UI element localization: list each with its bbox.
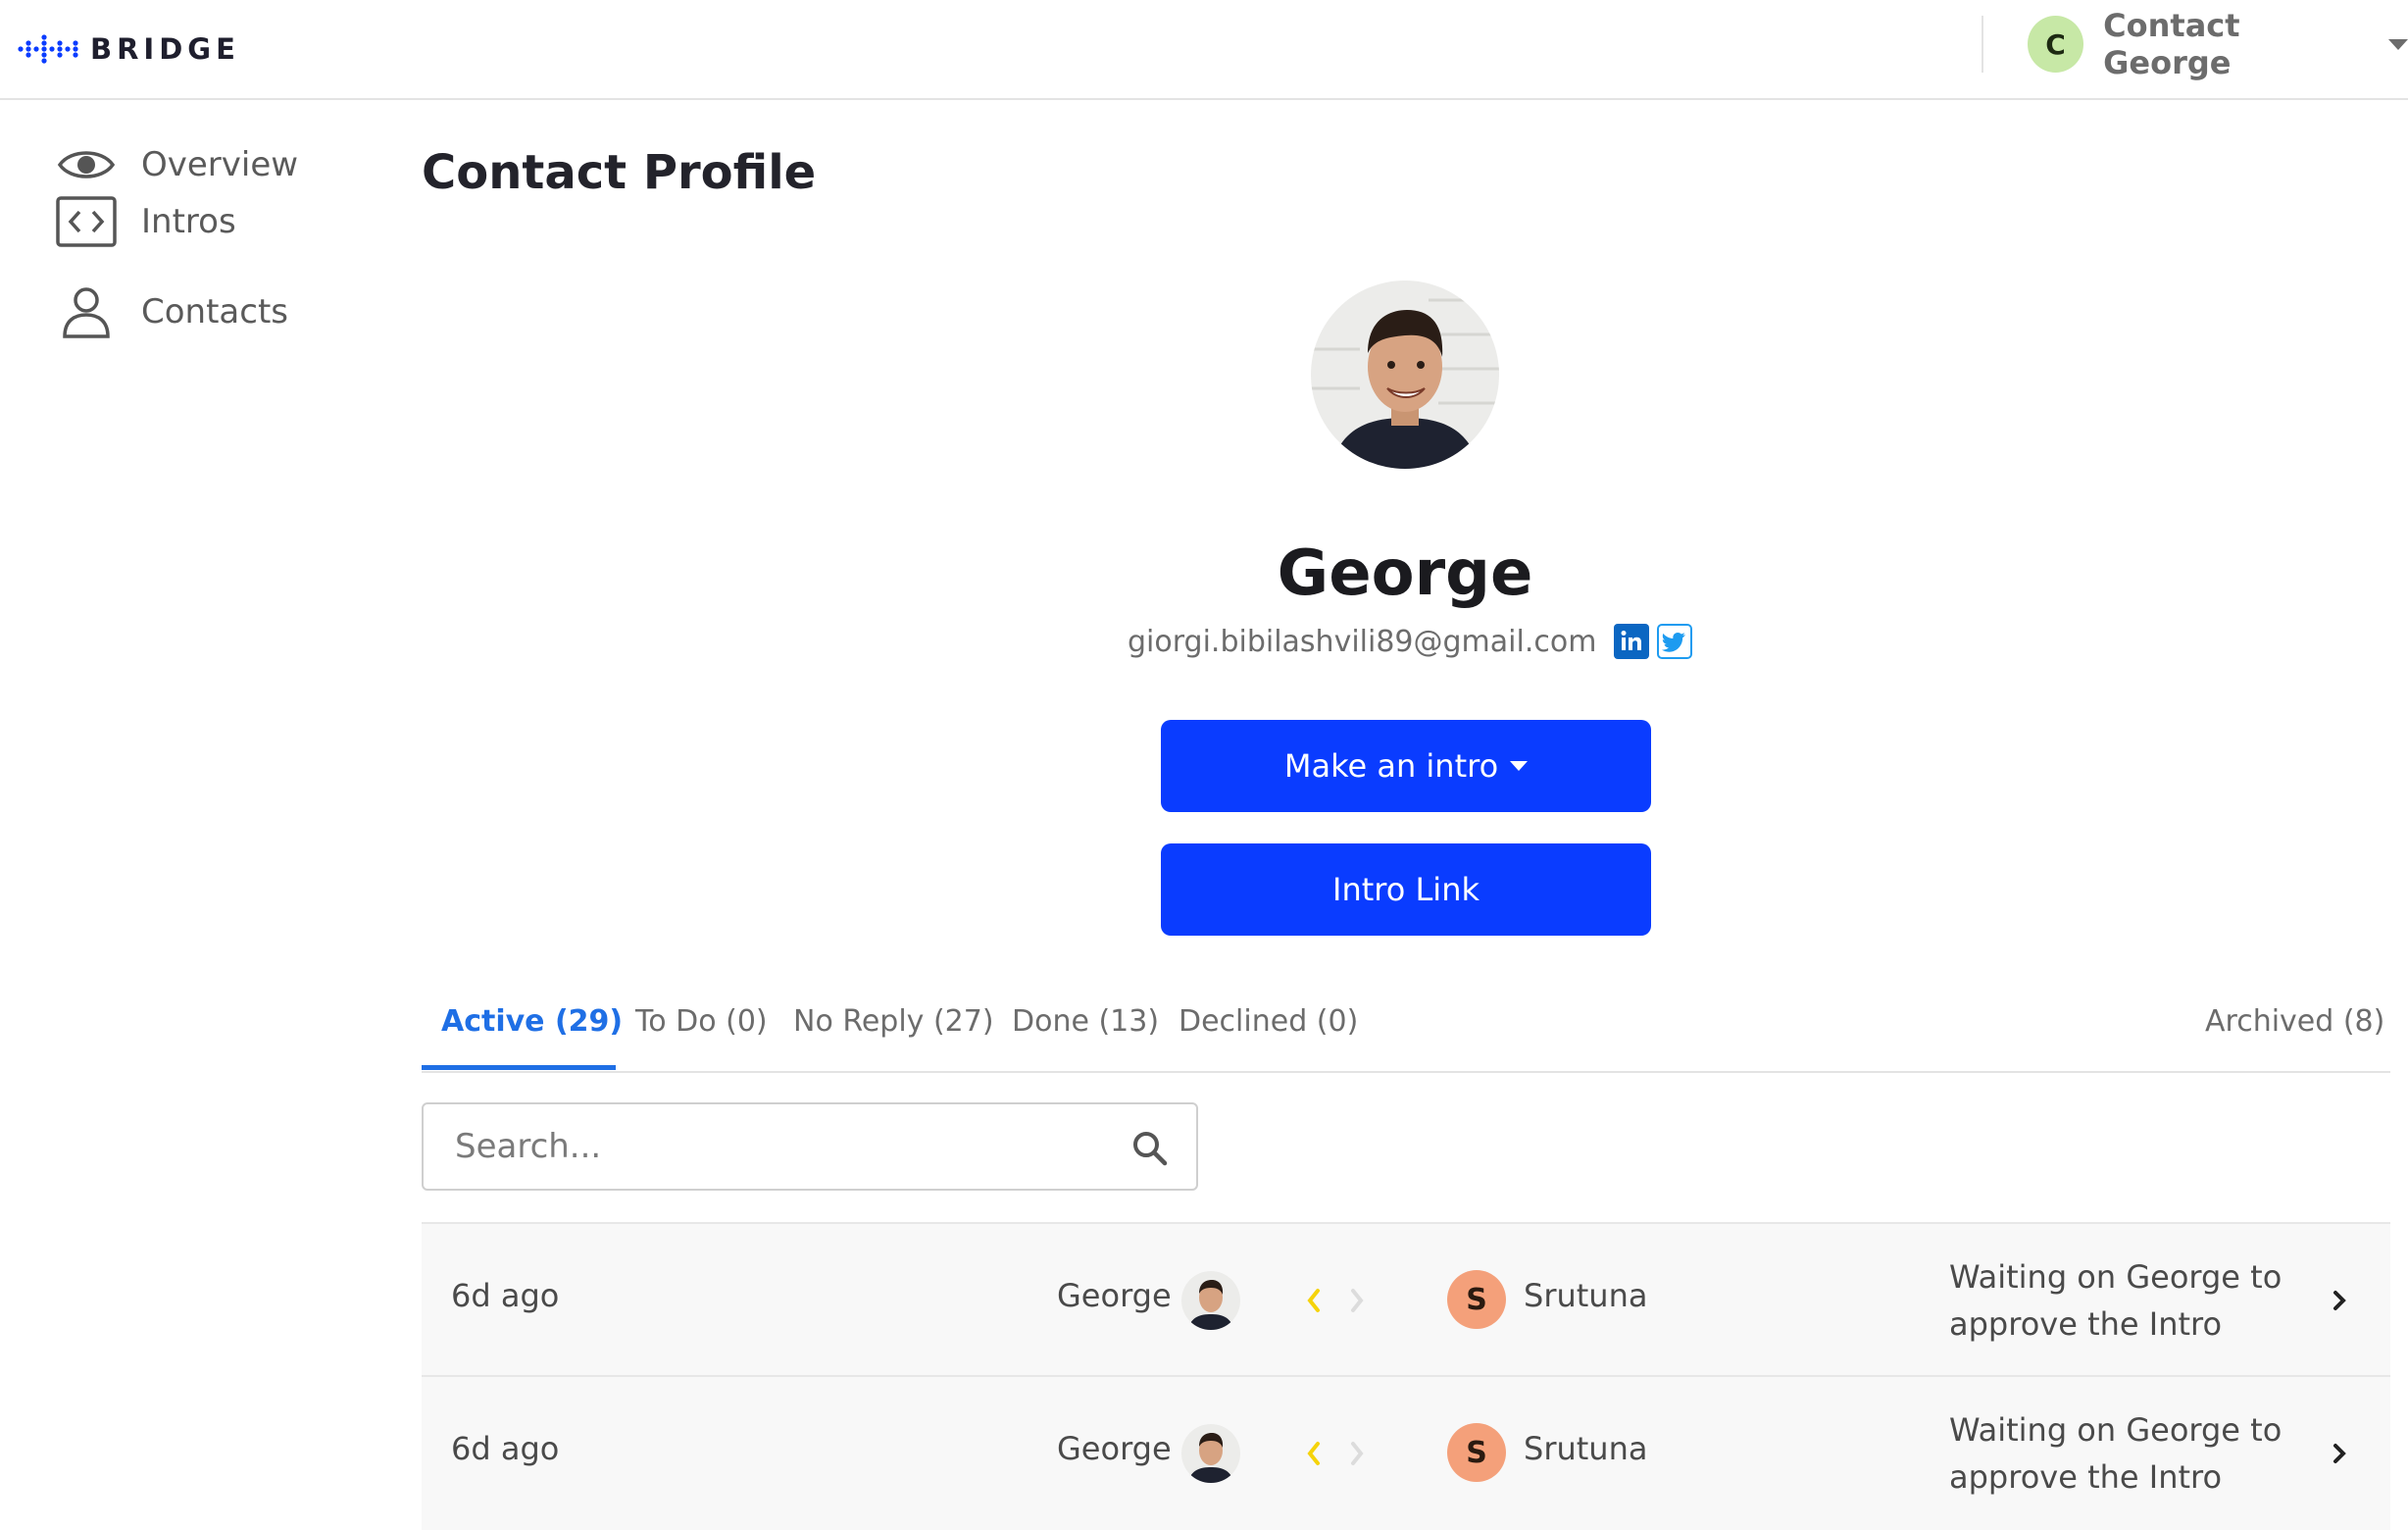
contact-name: George bbox=[1277, 537, 1533, 610]
intro-to-name: Srutuna bbox=[1524, 1430, 1648, 1467]
intro-direction-icon bbox=[1307, 1289, 1364, 1312]
caret-down-icon bbox=[1510, 761, 1529, 771]
intro-status-tabs: Active (29) To Do (0) No Reply (27) Done… bbox=[422, 981, 2390, 1073]
intro-status: Waiting on George to approve the Intro bbox=[1949, 1258, 2283, 1343]
twitter-icon[interactable] bbox=[1657, 624, 1693, 659]
tab-declined[interactable]: Declined (0) bbox=[1179, 1004, 1358, 1039]
intro-time: 6d ago bbox=[451, 1430, 560, 1467]
intro-link-button[interactable]: Intro Link bbox=[1161, 843, 1651, 936]
sidebar-item-intros[interactable]: Intros bbox=[55, 194, 236, 249]
avatar bbox=[1181, 1424, 1240, 1483]
user-avatar: C bbox=[2028, 16, 2084, 73]
intro-direction-icon bbox=[1307, 1442, 1364, 1465]
intro-from-name: George bbox=[1057, 1277, 1172, 1314]
list-item[interactable]: 6d ago George S Srutuna Waiting on Georg… bbox=[422, 1222, 2390, 1377]
page-title: Contact Profile bbox=[422, 145, 817, 200]
sidebar-item-label: Intros bbox=[141, 202, 236, 241]
tab-to-do[interactable]: To Do (0) bbox=[635, 1004, 768, 1039]
eye-icon bbox=[55, 137, 118, 192]
bridge-logo-mark bbox=[18, 34, 78, 64]
search-icon[interactable] bbox=[1131, 1130, 1169, 1167]
caret-down-icon bbox=[2388, 38, 2408, 50]
list-item[interactable]: 6d ago George S Srutuna Waiting on Georg… bbox=[422, 1375, 2390, 1530]
tab-no-reply[interactable]: No Reply (27) bbox=[793, 1004, 994, 1039]
user-menu-dropdown[interactable]: C Contact George bbox=[2028, 7, 2408, 81]
sidebar-item-contacts[interactable]: Contacts bbox=[55, 284, 288, 339]
top-bar: BRIDGE C Contact George bbox=[0, 0, 2408, 100]
active-tab-indicator bbox=[422, 1065, 616, 1070]
sidebar-item-label: Contacts bbox=[141, 292, 288, 332]
intro-link-label: Intro Link bbox=[1332, 871, 1480, 908]
topbar-divider bbox=[1982, 16, 1983, 73]
person-icon bbox=[55, 284, 118, 339]
chevron-right-icon[interactable] bbox=[2326, 1283, 2355, 1318]
avatar: S bbox=[1447, 1270, 1506, 1329]
search-input[interactable] bbox=[453, 1126, 1094, 1167]
user-name: Contact George bbox=[2103, 7, 2240, 81]
brand-name: BRIDGE bbox=[90, 32, 240, 66]
avatar: S bbox=[1447, 1423, 1506, 1482]
sidebar-item-overview[interactable]: Overview bbox=[55, 137, 298, 192]
code-brackets-icon bbox=[55, 194, 118, 249]
sidebar-item-label: Overview bbox=[141, 145, 299, 184]
tab-archived[interactable]: Archived (8) bbox=[2205, 1004, 2384, 1039]
bridge-logo[interactable]: BRIDGE bbox=[18, 29, 240, 69]
chevron-right-icon[interactable] bbox=[2326, 1436, 2355, 1471]
intro-from-name: George bbox=[1057, 1430, 1172, 1467]
tab-active[interactable]: Active (29) bbox=[441, 1004, 623, 1039]
contact-info-row: giorgi.bibilashvili89@gmail.com bbox=[1128, 624, 1693, 659]
intro-to-name: Srutuna bbox=[1524, 1277, 1648, 1314]
make-intro-button[interactable]: Make an intro bbox=[1161, 720, 1651, 812]
linkedin-icon[interactable] bbox=[1614, 624, 1650, 659]
avatar bbox=[1181, 1271, 1240, 1330]
contact-avatar bbox=[1311, 280, 1499, 469]
intro-time: 6d ago bbox=[451, 1277, 560, 1314]
search-box bbox=[422, 1102, 1198, 1191]
tab-done[interactable]: Done (13) bbox=[1012, 1004, 1159, 1039]
make-intro-label: Make an intro bbox=[1283, 747, 1499, 785]
contact-email: giorgi.bibilashvili89@gmail.com bbox=[1128, 624, 1597, 659]
